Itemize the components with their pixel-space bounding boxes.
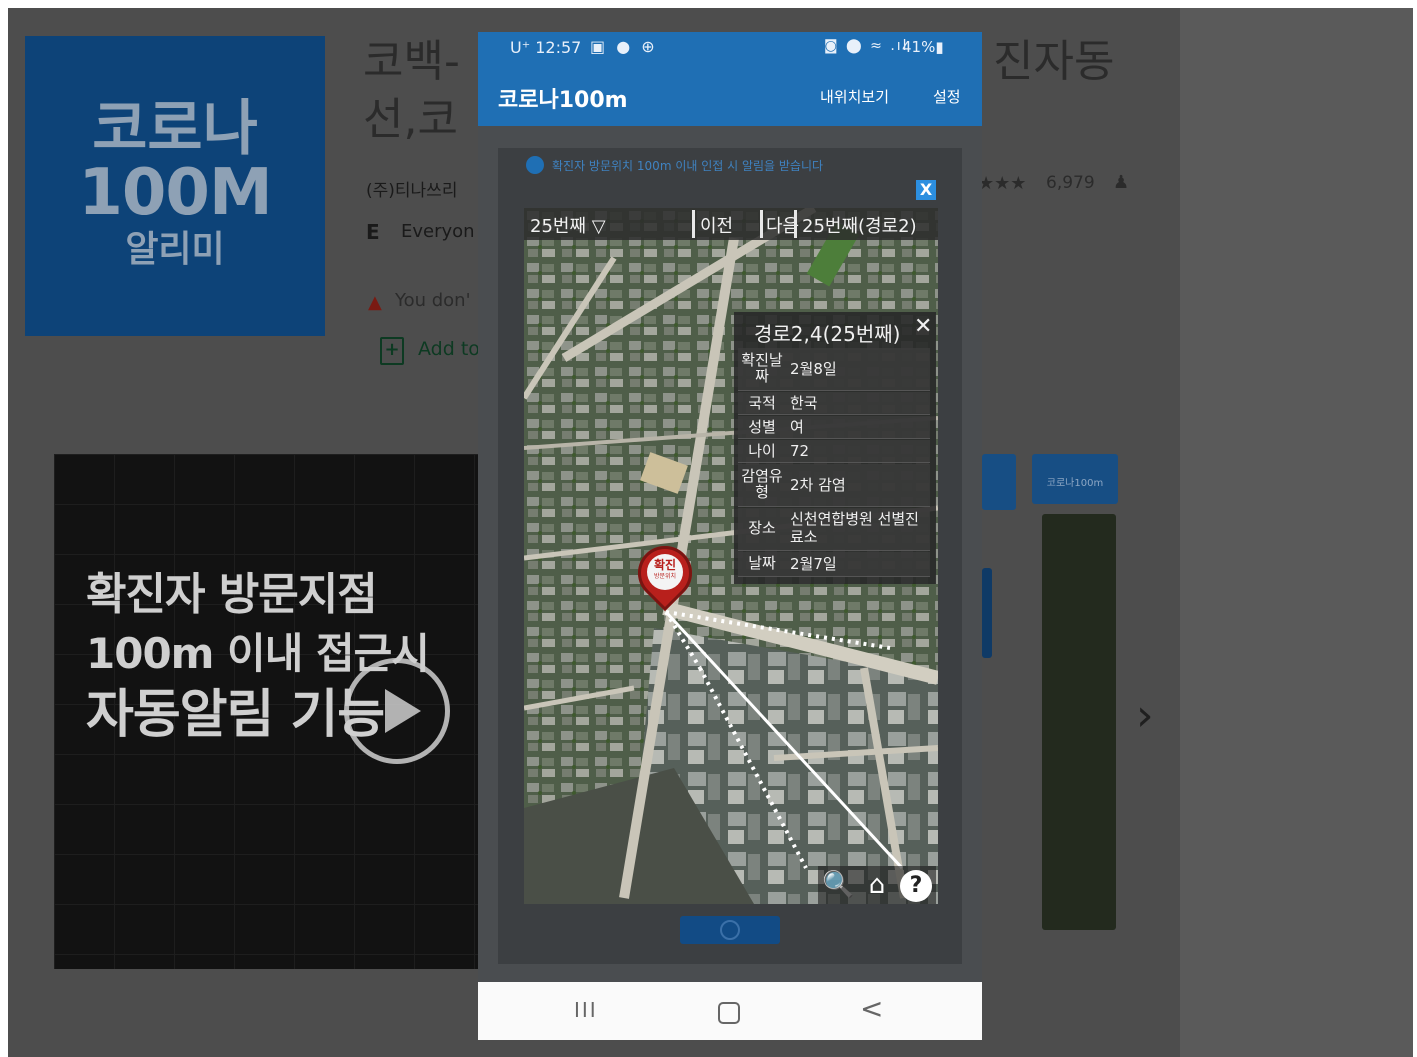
- map-pin-subtext: 방문위치: [653, 573, 677, 580]
- search-icon[interactable]: 🔍: [822, 870, 854, 902]
- logo-line-3: 알리미: [125, 229, 225, 270]
- logo-line-2: 100M: [78, 156, 272, 230]
- alert-toggle[interactable]: [526, 156, 544, 174]
- app-title-line-2: 선,코: [363, 94, 458, 145]
- developer-link[interactable]: (주)티나쓰리: [366, 176, 457, 201]
- nav-divider: [692, 210, 695, 238]
- current-route-label: 25번째(경로2): [802, 216, 917, 237]
- promo-line-3: 자동알림 기능: [86, 685, 385, 745]
- info-key: 확진날짜: [741, 351, 783, 385]
- app-logo: 코로나 100M 알리미: [25, 36, 325, 336]
- warning-icon: ▲: [368, 292, 382, 313]
- home-icon[interactable]: ⌂: [862, 870, 892, 902]
- add-to-wishlist-button[interactable]: Add to: [418, 338, 480, 360]
- notification-icons: ▣ ● ⊕: [590, 37, 658, 56]
- info-key: 나이: [748, 442, 776, 460]
- route-select-dropdown[interactable]: 25번째 ▽: [530, 212, 606, 238]
- rating-stars: ★★★: [978, 173, 1027, 194]
- info-key: 감염유형: [741, 467, 783, 501]
- map-pin-text: 확진: [653, 558, 677, 572]
- review-count: 6,979: [1046, 173, 1095, 193]
- right-panel-shade: [1180, 8, 1413, 1057]
- info-row: 장소 신천연합병원 선별진료소: [738, 508, 930, 551]
- circle-icon: [720, 920, 740, 940]
- battery-level: 41%▮: [902, 38, 944, 56]
- info-key: 장소: [748, 519, 776, 537]
- app-bar: 코로나100m 내위치보기 설정: [478, 66, 982, 126]
- info-value: 여: [790, 418, 804, 436]
- info-row: 나이 72: [738, 440, 930, 463]
- alert-description: 확진자 방문위치 100m 이내 인접 시 알림을 받습니다: [552, 159, 824, 173]
- my-location-button[interactable]: 내위치보기: [820, 86, 889, 107]
- system-status-icons: ◙ ⬤ ≈ .ıl: [824, 38, 909, 54]
- home-button-icon[interactable]: [718, 1002, 740, 1024]
- nav-divider: [794, 210, 797, 238]
- logo-line-1: 코로나: [92, 94, 258, 164]
- info-row: 날짜 2월7일: [738, 552, 930, 577]
- promo-video[interactable]: 확진자 방문지점 100m 이내 접근시 자동알림 기능: [54, 454, 494, 969]
- recents-icon[interactable]: III: [574, 998, 598, 1022]
- info-value: 72: [790, 442, 810, 460]
- info-row: 감염유형 2차 감염: [738, 464, 930, 507]
- app-title-line-1: 코백-: [363, 36, 460, 87]
- info-row: 성별 여: [738, 416, 930, 439]
- satellite-map[interactable]: 25번째 ▽ 이전 다음 25번째(경로2) 경로2,4(25번째) ✕ 확진날…: [524, 208, 938, 904]
- app-title-right: 진자동: [993, 36, 1115, 87]
- info-value: 2월7일: [790, 555, 837, 573]
- info-key: 날짜: [748, 554, 776, 572]
- back-icon[interactable]: <: [860, 992, 883, 1025]
- info-key: 국적: [748, 394, 776, 412]
- info-value: 2월8일: [790, 360, 837, 378]
- route-nav-bar: 25번째 ▽ 이전 다음 25번째(경로2): [524, 208, 938, 240]
- status-carrier-time: U⁺ 12:57: [510, 38, 582, 57]
- case-info-popup: 경로2,4(25번째) ✕ 확진날짜 2월8일 국적 한국 성별 여 나이 72: [734, 312, 936, 584]
- content-rating-icon: E: [366, 220, 380, 244]
- promo-line-1: 확진자 방문지점: [86, 569, 378, 620]
- screenshot-thumbnail[interactable]: [982, 454, 1016, 510]
- bookmark-add-icon[interactable]: +: [380, 337, 404, 365]
- prev-button[interactable]: 이전: [700, 212, 733, 238]
- close-icon[interactable]: ✕: [914, 314, 932, 339]
- popup-title: 경로2,4(25번째): [754, 322, 901, 346]
- compatibility-warning: You don': [395, 290, 471, 311]
- map-pin-label: 확진 방문위치: [647, 554, 683, 590]
- info-value: 2차 감염: [790, 476, 846, 494]
- chevron-right-icon[interactable]: ›: [1136, 690, 1154, 741]
- phone-screenshot: U⁺ 12:57 ▣ ● ⊕ ◙ ⬤ ≈ .ıl 41%▮ 코로나100m 내위…: [478, 32, 982, 1040]
- map-frame: 확진자 방문위치 100m 이내 인접 시 알림을 받습니다 X 25번째 ▽ …: [498, 148, 962, 964]
- map-toolbar: 🔍 ⌂ ?: [818, 866, 936, 904]
- info-row: 국적 한국: [738, 392, 930, 415]
- content-rating-text: Everyon: [401, 221, 475, 242]
- system-nav-bar: III <: [478, 982, 982, 1040]
- screenshot-thumbnail[interactable]: [982, 568, 992, 658]
- info-value: 한국: [790, 394, 818, 412]
- screenshot-thumbnail[interactable]: [1042, 514, 1116, 930]
- app-bar-title: 코로나100m: [498, 88, 628, 113]
- close-icon[interactable]: X: [916, 180, 936, 200]
- play-icon[interactable]: [344, 658, 450, 764]
- info-value: 신천연합병원 선별진료소: [790, 510, 919, 546]
- help-icon[interactable]: ?: [900, 870, 932, 902]
- bottom-action-button[interactable]: [680, 916, 780, 944]
- info-row: 확진날짜 2월8일: [738, 348, 930, 391]
- info-key: 성별: [748, 418, 776, 436]
- nav-divider: [760, 210, 763, 238]
- settings-button[interactable]: 설정: [933, 86, 961, 107]
- screenshot-thumbnail[interactable]: 코로나100m: [1032, 454, 1118, 504]
- person-icon: ♟: [1113, 172, 1130, 193]
- status-bar: U⁺ 12:57 ▣ ● ⊕ ◙ ⬤ ≈ .ıl 41%▮: [478, 32, 982, 66]
